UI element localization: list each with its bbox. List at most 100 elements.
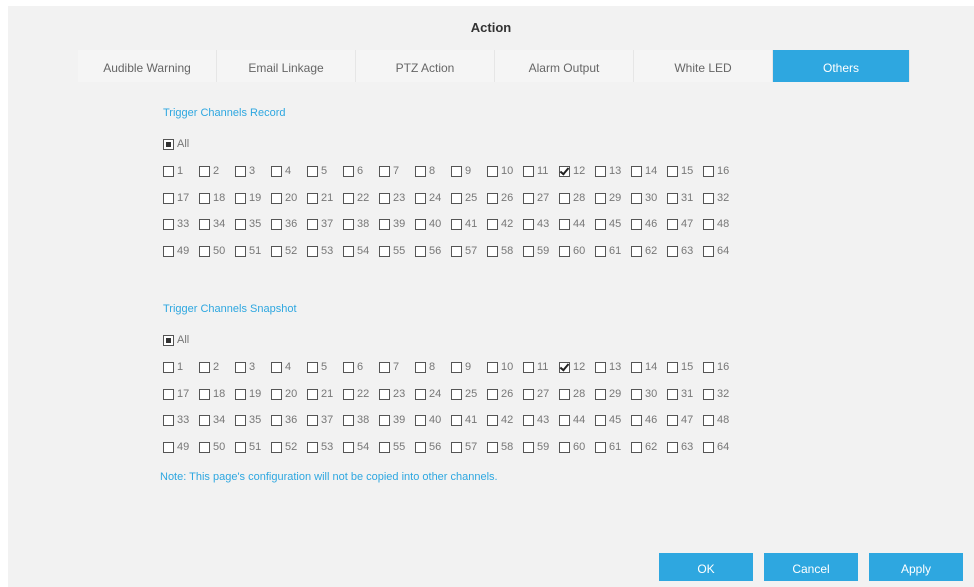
record-channel-29-checkbox[interactable]: 29 [595,190,621,206]
snapshot-channel-38-checkbox[interactable]: 38 [343,412,369,428]
record-channel-36-checkbox[interactable]: 36 [271,216,297,232]
record-channel-43-checkbox[interactable]: 43 [523,216,549,232]
tab-audible-warning[interactable]: Audible Warning [78,50,217,82]
record-channel-box[interactable] [523,218,534,230]
record-channel-box[interactable] [343,245,354,257]
record-channel-box[interactable] [703,245,714,257]
snapshot-channel-19-checkbox[interactable]: 19 [235,386,261,402]
tab-white-led[interactable]: White LED [634,50,773,82]
record-channel-box[interactable] [559,192,570,204]
record-channel-box[interactable] [235,192,246,204]
snapshot-channel-box[interactable] [271,441,282,453]
record-channel-box[interactable] [379,192,390,204]
snapshot-channel-33-checkbox[interactable]: 33 [163,412,189,428]
snapshot-channel-box[interactable] [343,388,354,400]
snapshot-channel-1-checkbox[interactable]: 1 [163,359,183,375]
record-channel-23-checkbox[interactable]: 23 [379,190,405,206]
snapshot-channel-box[interactable] [199,388,210,400]
record-channel-box[interactable] [163,218,174,230]
snapshot-channel-61-checkbox[interactable]: 61 [595,439,621,455]
snapshot-channel-box[interactable] [235,441,246,453]
record-channel-16-checkbox[interactable]: 16 [703,163,729,179]
record-channel-box[interactable] [199,165,210,177]
record-channel-52-checkbox[interactable]: 52 [271,243,297,259]
snapshot-channel-20-checkbox[interactable]: 20 [271,386,297,402]
record-channel-box[interactable] [163,192,174,204]
snapshot-channel-box[interactable] [631,361,642,373]
snapshot-channel-box[interactable] [703,361,714,373]
snapshot-channel-9-checkbox[interactable]: 9 [451,359,471,375]
record-channel-box[interactable] [235,165,246,177]
record-channel-37-checkbox[interactable]: 37 [307,216,333,232]
record-channel-box[interactable] [631,245,642,257]
snapshot-channel-box[interactable] [523,361,534,373]
snapshot-channel-box[interactable] [199,414,210,426]
snapshot-channel-box[interactable] [487,361,498,373]
snapshot-channel-box[interactable] [523,441,534,453]
record-channel-47-checkbox[interactable]: 47 [667,216,693,232]
snapshot-channel-box[interactable] [199,361,210,373]
tab-email-linkage[interactable]: Email Linkage [217,50,356,82]
snapshot-channel-44-checkbox[interactable]: 44 [559,412,585,428]
snapshot-channel-box[interactable] [343,441,354,453]
snapshot-channel-box[interactable] [235,361,246,373]
snapshot-channel-32-checkbox[interactable]: 32 [703,386,729,402]
record-channel-41-checkbox[interactable]: 41 [451,216,477,232]
snapshot-channel-62-checkbox[interactable]: 62 [631,439,657,455]
snapshot-channel-45-checkbox[interactable]: 45 [595,412,621,428]
record-channel-box[interactable] [703,165,714,177]
record-channel-box[interactable] [523,245,534,257]
snapshot-channel-box[interactable] [595,388,606,400]
record-channel-box[interactable] [667,245,678,257]
ok-button[interactable]: OK [659,553,753,581]
snapshot-channel-box[interactable] [235,414,246,426]
record-channel-10-checkbox[interactable]: 10 [487,163,513,179]
snapshot-channel-50-checkbox[interactable]: 50 [199,439,225,455]
record-channel-44-checkbox[interactable]: 44 [559,216,585,232]
record-channel-box[interactable] [271,192,282,204]
record-channel-box[interactable] [235,218,246,230]
record-channel-32-checkbox[interactable]: 32 [703,190,729,206]
snapshot-channel-box[interactable] [307,388,318,400]
snapshot-channel-box[interactable] [559,361,570,373]
record-channel-25-checkbox[interactable]: 25 [451,190,477,206]
snapshot-channel-box[interactable] [595,441,606,453]
snapshot-channel-box[interactable] [451,361,462,373]
snapshot-channel-27-checkbox[interactable]: 27 [523,386,549,402]
snapshot-channel-29-checkbox[interactable]: 29 [595,386,621,402]
record-channel-13-checkbox[interactable]: 13 [595,163,621,179]
snapshot-channel-47-checkbox[interactable]: 47 [667,412,693,428]
snapshot-channel-box[interactable] [487,414,498,426]
record-channel-box[interactable] [703,192,714,204]
record-channel-21-checkbox[interactable]: 21 [307,190,333,206]
record-channel-box[interactable] [559,218,570,230]
record-channel-59-checkbox[interactable]: 59 [523,243,549,259]
record-channel-box[interactable] [415,165,426,177]
record-channel-8-checkbox[interactable]: 8 [415,163,435,179]
record-channel-1-checkbox[interactable]: 1 [163,163,183,179]
snapshot-channel-box[interactable] [307,414,318,426]
snapshot-channel-box[interactable] [451,414,462,426]
record-channel-box[interactable] [703,218,714,230]
record-channel-6-checkbox[interactable]: 6 [343,163,363,179]
snapshot-channel-60-checkbox[interactable]: 60 [559,439,585,455]
record-channel-box[interactable] [667,165,678,177]
snapshot-channel-10-checkbox[interactable]: 10 [487,359,513,375]
record-channel-box[interactable] [451,245,462,257]
record-channel-box[interactable] [451,165,462,177]
snapshot-channel-64-checkbox[interactable]: 64 [703,439,729,455]
record-channel-18-checkbox[interactable]: 18 [199,190,225,206]
snapshot-channel-box[interactable] [307,441,318,453]
record-all-box[interactable] [163,138,174,150]
record-channel-5-checkbox[interactable]: 5 [307,163,327,179]
snapshot-channel-22-checkbox[interactable]: 22 [343,386,369,402]
snapshot-channel-box[interactable] [559,388,570,400]
snapshot-channel-52-checkbox[interactable]: 52 [271,439,297,455]
record-channel-box[interactable] [451,218,462,230]
snapshot-channel-25-checkbox[interactable]: 25 [451,386,477,402]
record-channel-box[interactable] [163,245,174,257]
snapshot-channel-40-checkbox[interactable]: 40 [415,412,441,428]
snapshot-channel-63-checkbox[interactable]: 63 [667,439,693,455]
snapshot-channel-21-checkbox[interactable]: 21 [307,386,333,402]
record-channel-53-checkbox[interactable]: 53 [307,243,333,259]
